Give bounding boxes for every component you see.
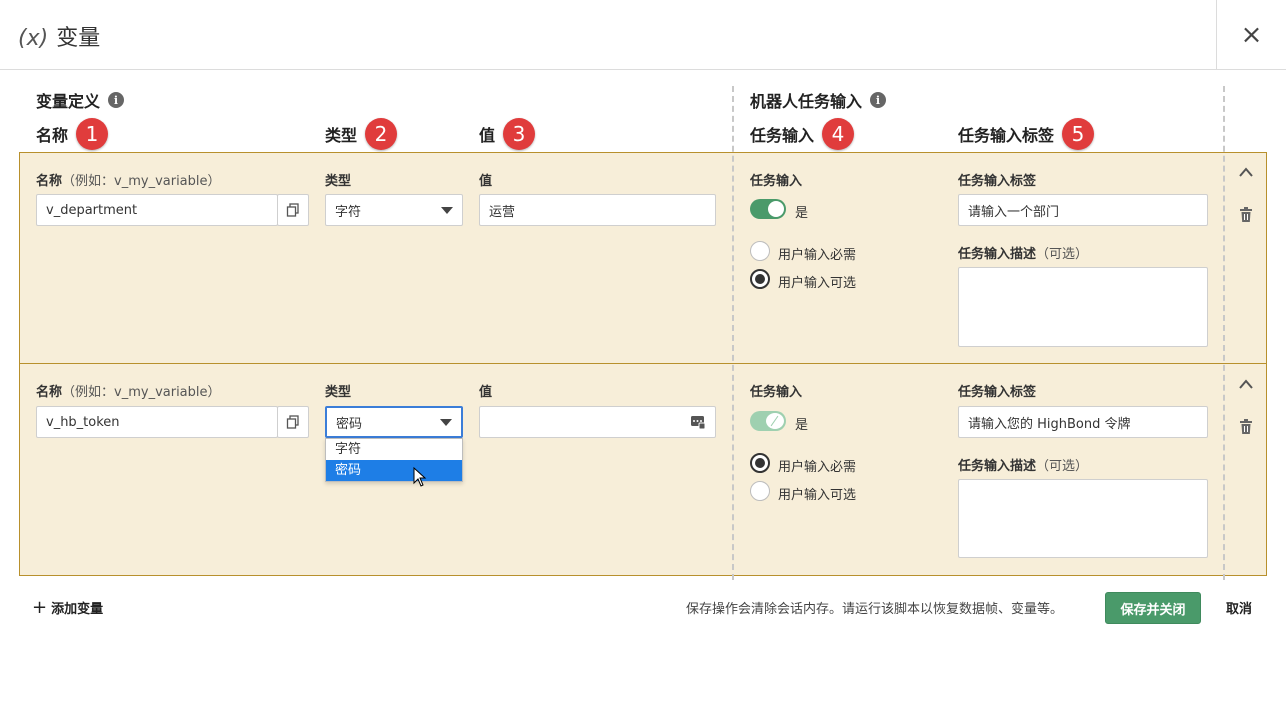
close-icon: × bbox=[1240, 20, 1263, 50]
task-input-label-field-label: 任务输入标签 bbox=[958, 385, 1037, 400]
chevron-down-icon bbox=[440, 418, 452, 426]
section-variable-definition: 变量定义 i bbox=[36, 88, 125, 112]
type-select-value: 字符 bbox=[335, 204, 362, 220]
trash-icon[interactable] bbox=[1239, 207, 1253, 223]
info-icon[interactable]: i bbox=[108, 92, 125, 108]
column-header-task-input-label: 任务输入 bbox=[750, 126, 815, 145]
trash-icon[interactable] bbox=[1239, 419, 1253, 435]
radio-user-input-required[interactable] bbox=[750, 241, 770, 261]
add-variable-button[interactable]: + 添加变量 bbox=[32, 598, 103, 617]
copy-button[interactable] bbox=[277, 406, 309, 438]
callout-badge-5: 5 bbox=[1062, 118, 1095, 150]
callout-badge-2: 2 bbox=[365, 118, 398, 150]
add-variable-label: 添加变量 bbox=[51, 602, 104, 617]
task-input-toggle-disabled[interactable] bbox=[750, 411, 786, 431]
type-select[interactable]: 字符 bbox=[325, 194, 463, 226]
radio-user-input-required[interactable] bbox=[750, 453, 770, 473]
column-header-task-input-label-label: 任务输入标签 bbox=[958, 126, 1055, 145]
radio-optional-label: 用户输入可选 bbox=[778, 488, 857, 503]
value-field-label: 值 bbox=[479, 174, 493, 189]
radio-optional-label: 用户输入可选 bbox=[778, 276, 857, 291]
password-value-input[interactable] bbox=[479, 406, 716, 438]
info-icon[interactable]: i bbox=[870, 92, 887, 108]
dialog-title: (x) 变量 bbox=[18, 20, 100, 52]
type-field-label: 类型 bbox=[325, 174, 352, 189]
cancel-button[interactable]: 取消 bbox=[1226, 598, 1252, 617]
plus-icon: + bbox=[32, 596, 48, 618]
save-and-close-button[interactable]: 保存并关闭 bbox=[1105, 592, 1201, 624]
callout-badge-3: 3 bbox=[503, 118, 536, 150]
task-input-desc-label: 任务输入描述（可选） bbox=[958, 459, 1089, 474]
value-input[interactable]: 运营 bbox=[479, 194, 716, 226]
section-variable-definition-label: 变量定义 bbox=[36, 92, 101, 111]
callout-badge-4: 4 bbox=[822, 118, 855, 150]
section-robot-task-input: 机器人任务输入 i bbox=[750, 88, 887, 112]
copy-button[interactable] bbox=[277, 194, 309, 226]
chevron-down-icon bbox=[441, 206, 453, 214]
task-input-label-input[interactable]: 请输入一个部门 bbox=[958, 194, 1208, 226]
type-field-label: 类型 bbox=[325, 385, 352, 400]
type-select-value: 密码 bbox=[336, 416, 363, 432]
radio-user-input-optional[interactable] bbox=[750, 269, 770, 289]
type-select[interactable]: 密码 bbox=[325, 406, 463, 438]
column-header-name-label: 名称 bbox=[36, 126, 69, 145]
task-input-label: 任务输入 bbox=[750, 174, 803, 189]
column-header-task-input-label: 任务输入标签 5 bbox=[958, 118, 1095, 150]
radio-required-label: 用户输入必需 bbox=[778, 460, 857, 475]
callout-badge-1: 1 bbox=[76, 118, 109, 150]
task-input-label-input[interactable]: 请输入您的 HighBond 令牌 bbox=[958, 406, 1208, 438]
variable-icon: (x) bbox=[18, 26, 49, 51]
column-header-value: 值 3 bbox=[479, 118, 536, 150]
dropdown-option-password[interactable]: 密码 bbox=[326, 460, 462, 481]
variable-name-input[interactable]: v_hb_token bbox=[36, 406, 278, 438]
mouse-cursor-icon bbox=[413, 467, 427, 487]
copy-icon bbox=[286, 203, 299, 217]
chevron-up-icon[interactable] bbox=[1238, 166, 1254, 178]
copy-icon bbox=[286, 415, 299, 429]
password-manager-icon[interactable] bbox=[690, 414, 706, 430]
dialog-header: (x) 变量 × bbox=[0, 0, 1286, 70]
close-button[interactable]: × bbox=[1216, 0, 1286, 70]
toggle-label: 是 bbox=[795, 206, 809, 221]
task-input-toggle[interactable] bbox=[750, 199, 786, 219]
section-divider bbox=[732, 86, 734, 580]
task-input-desc-textarea[interactable] bbox=[958, 267, 1208, 347]
dialog-title-text: 变量 bbox=[56, 26, 101, 51]
column-header-type: 类型 2 bbox=[325, 118, 398, 150]
type-dropdown-menu: 字符 密码 bbox=[325, 438, 463, 482]
variable-name-input[interactable]: v_department bbox=[36, 194, 278, 226]
section-divider bbox=[1223, 86, 1225, 580]
toggle-label: 是 bbox=[795, 418, 809, 433]
dropdown-option-char[interactable]: 字符 bbox=[326, 439, 462, 460]
task-input-label-field-label: 任务输入标签 bbox=[958, 174, 1037, 189]
footer-note: 保存操作会清除会话内存。请运行该脚本以恢复数据帧、变量等。 bbox=[686, 602, 1064, 617]
column-header-type-label: 类型 bbox=[325, 126, 358, 145]
radio-required-label: 用户输入必需 bbox=[778, 248, 857, 263]
column-header-task-input: 任务输入 4 bbox=[750, 118, 855, 150]
value-field-label: 值 bbox=[479, 385, 493, 400]
section-robot-task-input-label: 机器人任务输入 bbox=[750, 92, 863, 111]
column-header-value-label: 值 bbox=[479, 126, 496, 145]
task-input-label: 任务输入 bbox=[750, 385, 803, 400]
column-header-name: 名称 1 bbox=[36, 118, 109, 150]
radio-user-input-optional[interactable] bbox=[750, 481, 770, 501]
name-field-label: 名称（例如：v_my_variable） bbox=[36, 174, 221, 189]
chevron-up-icon[interactable] bbox=[1238, 378, 1254, 390]
task-input-desc-label: 任务输入描述（可选） bbox=[958, 247, 1089, 262]
task-input-desc-textarea[interactable] bbox=[958, 479, 1208, 558]
name-field-label: 名称（例如：v_my_variable） bbox=[36, 385, 221, 400]
